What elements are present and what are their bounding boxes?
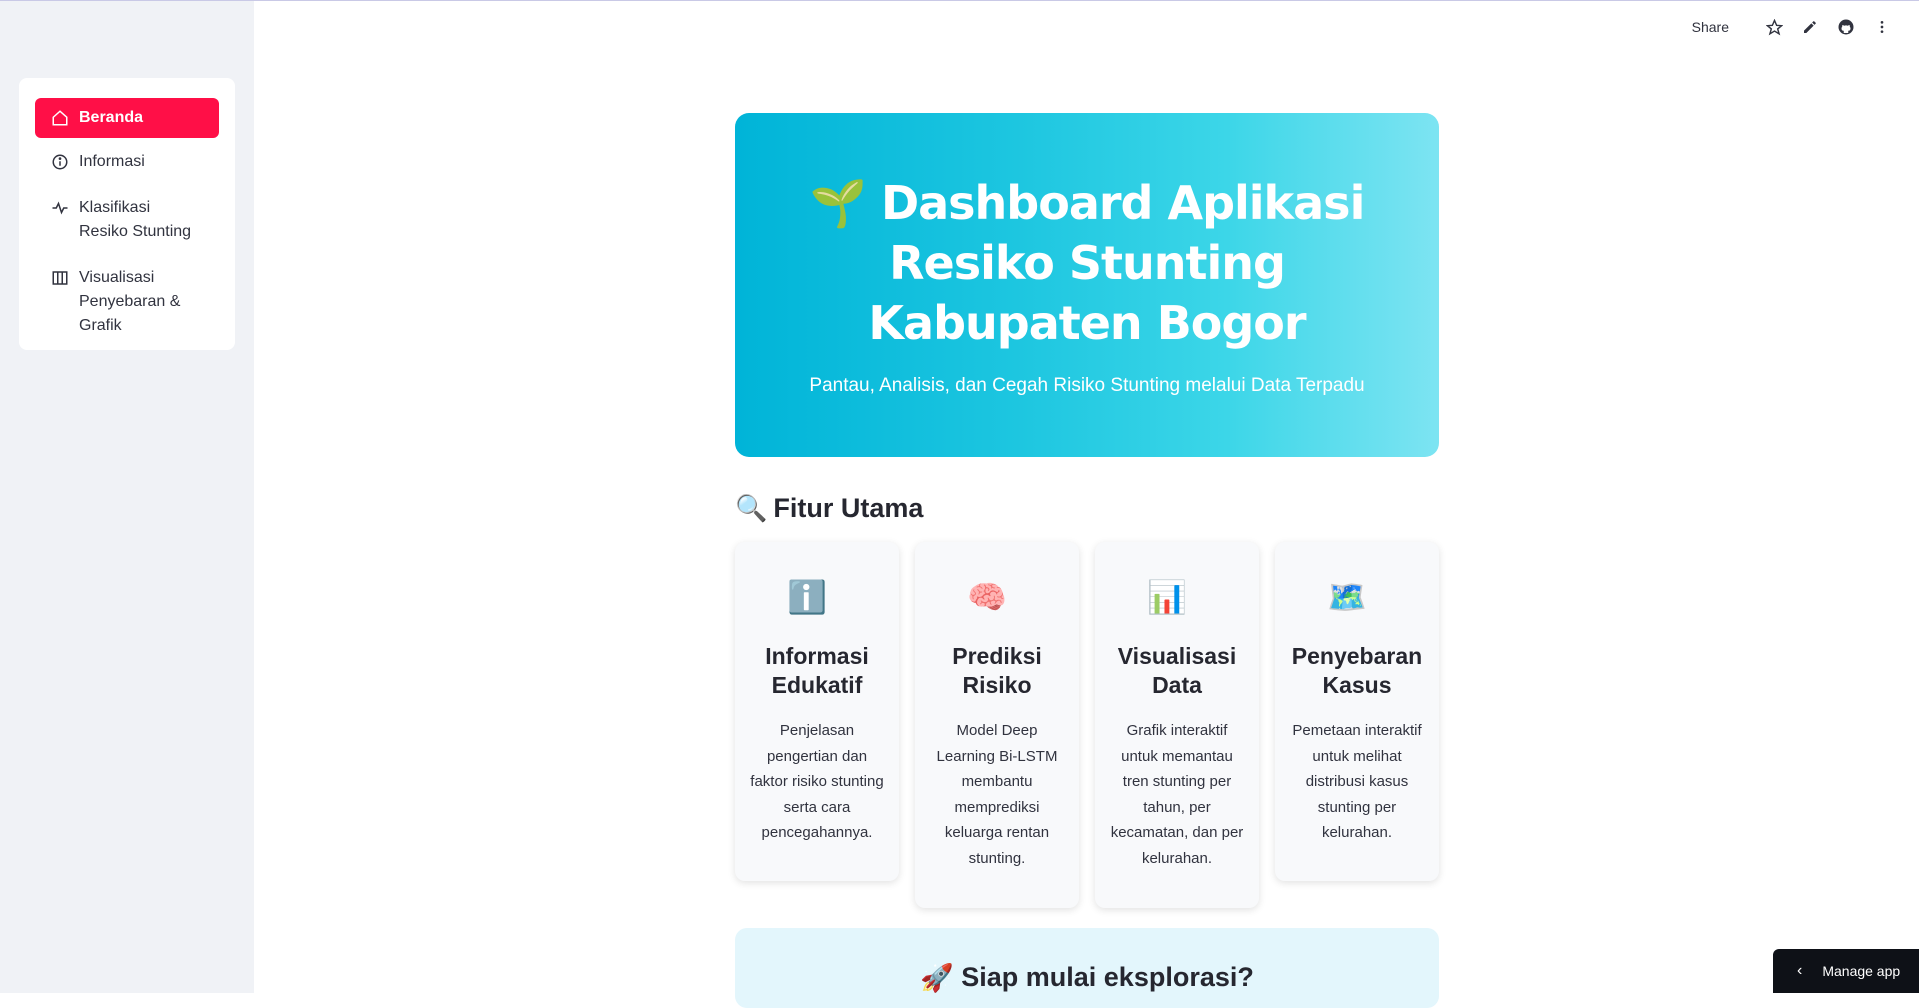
hero-banner: 🌱 Dashboard Aplikasi Resiko Stunting Kab… — [735, 113, 1439, 457]
github-icon[interactable] — [1837, 18, 1855, 36]
sidebar-item-informasi[interactable]: Informasi — [35, 138, 219, 184]
star-icon[interactable] — [1765, 18, 1783, 36]
header-toolbar: Share — [1692, 18, 1891, 36]
activity-icon — [51, 199, 69, 217]
feature-card-text: Pemetaan interaktif untuk melihat distri… — [1289, 718, 1425, 846]
info-emoji-icon: ℹ️ — [749, 578, 885, 618]
magnifier-icon: 🔍 — [735, 493, 767, 524]
cta-banner: 🚀 Siap mulai eksplorasi? — [735, 928, 1439, 1008]
feature-card-title: Informasi Edukatif — [749, 642, 885, 700]
feature-card-title: Visualisasi Data — [1109, 642, 1245, 700]
rocket-icon: 🚀 — [920, 962, 954, 1008]
share-button[interactable]: Share — [1692, 19, 1729, 35]
feature-card-penyebaran: 🗺️ Penyebaran Kasus Pemetaan interaktif … — [1275, 542, 1439, 881]
sidebar-item-beranda[interactable]: Beranda — [35, 98, 219, 138]
bar-chart-icon: 📊 — [1109, 578, 1245, 618]
feature-card-visualisasi: 📊 Visualisasi Data Grafik interaktif unt… — [1095, 542, 1259, 908]
feature-cards: ℹ️ Informasi Edukatif Penjelasan pengert… — [735, 542, 1439, 908]
top-border — [0, 0, 1919, 1]
manage-app-button[interactable]: ‹ Manage app — [1773, 949, 1919, 993]
feature-card-title: Penyebaran Kasus — [1289, 642, 1425, 700]
manage-app-label: Manage app — [1822, 963, 1900, 979]
hero-subtitle: Pantau, Analisis, dan Cegah Risiko Stunt… — [809, 375, 1364, 397]
feature-card-text: Penjelasan pengertian dan faktor risiko … — [749, 718, 885, 846]
feature-card-text: Model Deep Learning Bi-LSTM membantu mem… — [929, 718, 1065, 871]
edit-icon[interactable] — [1801, 18, 1819, 36]
sidebar-item-label: Klasifikasi Resiko Stunting — [79, 196, 203, 244]
map-icon — [51, 269, 69, 287]
sidebar-item-klasifikasi[interactable]: Klasifikasi Resiko Stunting — [35, 184, 219, 254]
info-icon — [51, 153, 69, 171]
seedling-icon: 🌱 — [810, 176, 866, 230]
sidebar-item-label: Informasi — [79, 150, 145, 174]
cta-text: Siap mulai eksplorasi? — [961, 962, 1254, 1008]
main-content: 🌱 Dashboard Aplikasi Resiko Stunting Kab… — [735, 113, 1439, 1008]
features-heading: 🔍 Fitur Utama — [735, 493, 1439, 524]
sidebar-nav: Beranda Informasi Klasifikasi Resiko Stu… — [19, 78, 235, 350]
sidebar: Beranda Informasi Klasifikasi Resiko Stu… — [0, 1, 254, 993]
feature-card-title: Prediksi Risiko — [929, 642, 1065, 700]
chevron-left-icon: ‹ — [1797, 962, 1802, 980]
home-icon — [51, 109, 69, 127]
more-vertical-icon[interactable] — [1873, 18, 1891, 36]
feature-card-text: Grafik interaktif untuk memantau tren st… — [1109, 718, 1245, 871]
feature-card-informasi: ℹ️ Informasi Edukatif Penjelasan pengert… — [735, 542, 899, 881]
world-map-icon: 🗺️ — [1289, 578, 1425, 618]
sidebar-item-label: Beranda — [79, 106, 143, 130]
sidebar-item-visualisasi[interactable]: Visualisasi Penyebaran & Grafik — [35, 254, 219, 348]
sidebar-item-label: Visualisasi Penyebaran & Grafik — [79, 266, 203, 338]
feature-card-prediksi: 🧠 Prediksi Risiko Model Deep Learning Bi… — [915, 542, 1079, 908]
page-title: 🌱 Dashboard Aplikasi Resiko Stunting Kab… — [777, 173, 1397, 353]
brain-icon: 🧠 — [929, 578, 1065, 618]
